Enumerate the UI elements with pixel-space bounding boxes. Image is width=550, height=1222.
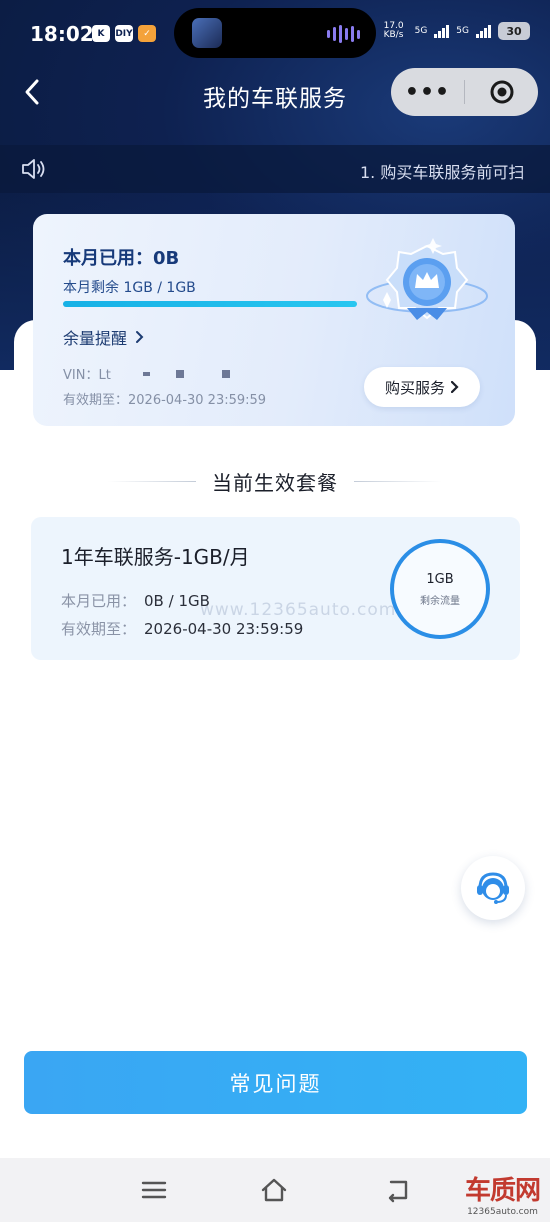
used-this-month: 本月已用：0B — [63, 248, 180, 269]
plan-used-key: 本月已用： — [61, 592, 137, 610]
expire-date: 有效期至：2026-04-30 23:59:59 — [63, 393, 267, 408]
content-sheet — [14, 320, 536, 1040]
close-miniapp-button[interactable] — [465, 79, 538, 105]
vin-mask — [221, 369, 230, 378]
buy-service-button[interactable]: 购买服务 — [364, 367, 480, 407]
plan-used-line: 本月已用： 0B / 1GB — [61, 590, 210, 611]
customer-service-button[interactable] — [461, 856, 525, 920]
usage-progress-bar — [63, 301, 357, 307]
notice-text: 1. 购买车联服务前可扫 — [360, 163, 525, 182]
usage-progress-fill — [63, 301, 357, 307]
diy-app-icon: DIY — [115, 25, 133, 42]
usage-card: 本月已用：0B 本月剩余 1GB / 1GB 余量提醒 VIN：Lt 有效期至：… — [33, 214, 515, 426]
chevron-right-icon — [136, 331, 144, 343]
plan-name: 1年车联服务-1GB/月 — [61, 545, 250, 569]
balance-reminder-label: 余量提醒 — [63, 329, 128, 348]
network-speed: 17.0 KB/s — [383, 21, 404, 40]
target-icon — [490, 80, 513, 104]
miniapp-capsule: ••• — [391, 68, 538, 116]
menu-icon[interactable] — [139, 1176, 169, 1204]
vin-mask — [142, 371, 150, 376]
headset-icon — [477, 872, 509, 904]
signal-b-icon — [476, 24, 491, 38]
site-logo-domain: 12365auto.com — [467, 1207, 538, 1217]
plan-expire-line: 有效期至： 2026-04-30 23:59:59 — [61, 618, 303, 639]
balance-reminder-link[interactable]: 余量提醒 — [63, 325, 145, 349]
signal-a-label: 5G — [414, 26, 428, 36]
signal-a-icon — [434, 24, 450, 38]
app-header: 我的车联服务 ••• — [0, 66, 550, 120]
dynamic-island — [174, 8, 376, 58]
buy-service-label: 购买服务 — [384, 378, 445, 397]
remaining-data-label: 剩余流量 — [420, 595, 460, 607]
section-divider-right — [354, 480, 442, 482]
remaining-data-value: 1GB — [426, 571, 454, 587]
section-title: 当前生效套餐 — [212, 470, 338, 495]
vin-line: VIN：Lt — [63, 364, 230, 383]
site-logo-name: 车质网 — [464, 1176, 541, 1206]
vin-mask — [175, 369, 184, 378]
media-thumbnail — [192, 18, 222, 48]
vin-label: VIN：Lt — [63, 368, 111, 383]
more-menu-button[interactable]: ••• — [391, 80, 464, 105]
back-nav-icon[interactable] — [382, 1176, 412, 1204]
status-right: 17.0 KB/s 5G 5G 30 — [384, 22, 530, 40]
plan-expire-key: 有效期至： — [61, 620, 137, 638]
section-header: 当前生效套餐 — [100, 466, 450, 496]
remaining-this-month: 本月剩余 1GB / 1GB — [63, 280, 196, 296]
status-app-icons: K DIY ✓ — [92, 25, 156, 42]
section-divider-left — [108, 480, 196, 482]
watermark: www.12365auto.com — [200, 600, 397, 620]
speaker-icon — [22, 159, 45, 179]
battery-icon: 30 — [498, 22, 530, 40]
orange-app-icon: ✓ — [138, 25, 156, 42]
faq-button[interactable]: 常见问题 — [24, 1051, 527, 1114]
signal-b-label: 5G — [456, 26, 469, 36]
remaining-data-ring: 1GB 剩余流量 — [390, 539, 490, 639]
status-time: 18:02 — [30, 22, 94, 46]
active-plan-card[interactable]: 1年车联服务-1GB/月 本月已用： 0B / 1GB 有效期至： 2026-04-… — [31, 517, 520, 660]
caret-right-icon — [451, 381, 459, 393]
site-logo: 车质网 12365auto.com — [464, 1170, 541, 1217]
notice-bar[interactable]: 1. 购买车联服务前可扫 — [0, 145, 550, 193]
status-bar: 18:02 K DIY ✓ 17.0 KB/s 5G 5G 30 — [0, 0, 550, 66]
crown-badge-icon — [366, 238, 488, 320]
audio-wave-icon — [327, 25, 360, 43]
k-app-icon: K — [92, 25, 110, 42]
home-icon[interactable] — [259, 1176, 289, 1204]
plan-expire-value: 2026-04-30 23:59:59 — [144, 620, 304, 638]
